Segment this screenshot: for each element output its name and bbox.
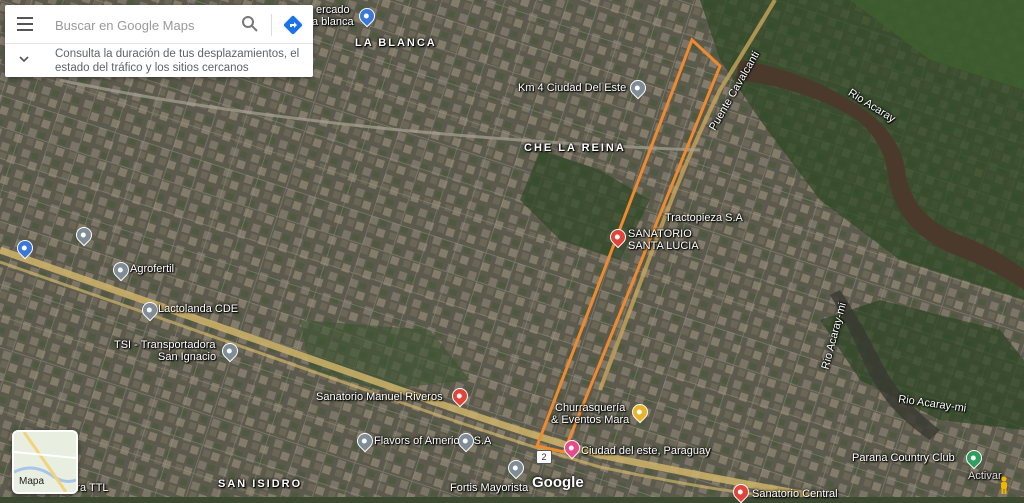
place-label-churrasqueria[interactable]: Churrasquería bbox=[555, 402, 625, 414]
map-layer-toggle[interactable]: Mapa bbox=[12, 430, 78, 494]
place-label-fortis[interactable]: Fortis Mayorista bbox=[450, 482, 528, 494]
area-label-san-isidro: SAN ISIDRO bbox=[218, 478, 303, 490]
watermark-text: Activar bbox=[968, 470, 1002, 482]
search-row bbox=[5, 5, 313, 44]
place-label-sanatorio-central[interactable]: Sanatorio Central bbox=[752, 488, 838, 500]
search-panel: Consulta la duración de tus desplazamien… bbox=[5, 5, 313, 77]
place-label-agrofertil[interactable]: Agrofertil bbox=[130, 263, 174, 275]
place-label-ciudad-del-este[interactable]: Ciudad del este, Paraguay bbox=[581, 445, 711, 457]
traffic-hint-row[interactable]: Consulta la duración de tus desplazamien… bbox=[5, 44, 313, 77]
place-label-tsi[interactable]: TSI - Transportadora bbox=[114, 339, 216, 351]
layer-label: Mapa bbox=[19, 476, 45, 487]
place-label-churrasqueria[interactable]: & Eventos Mara bbox=[551, 414, 629, 426]
traffic-hint-text: Consulta la duración de tus desplazamien… bbox=[55, 48, 300, 74]
menu-icon[interactable] bbox=[17, 17, 33, 31]
area-label-la-blanca: LA BLANCA bbox=[355, 37, 437, 49]
place-label-tractopieza[interactable]: Tractopieza S.A bbox=[665, 212, 743, 224]
place-label-sanatorio-riveros[interactable]: Sanatorio Manuel Riveros bbox=[316, 391, 443, 403]
search-input[interactable] bbox=[53, 14, 237, 36]
place-label-mercado[interactable]: ercado bbox=[316, 4, 350, 16]
chevron-down-icon[interactable] bbox=[19, 54, 29, 64]
place-label-mercado[interactable]: a blanca bbox=[312, 16, 354, 28]
directions-icon[interactable] bbox=[283, 15, 303, 35]
route-number-badge: 2 bbox=[536, 450, 552, 464]
place-label-tsi[interactable]: San Ignacio bbox=[158, 351, 216, 363]
place-label-lactolanda[interactable]: Lactolanda CDE bbox=[158, 303, 238, 315]
search-icon[interactable] bbox=[241, 15, 259, 33]
place-label-sanatorio-santa-lucia[interactable]: SANATORIO bbox=[628, 228, 692, 240]
google-logo: Google bbox=[532, 474, 584, 491]
area-label-che-la-reina: CHE LA REINA bbox=[524, 142, 626, 154]
place-label-km4[interactable]: Km 4 Ciudad Del Este bbox=[518, 82, 626, 94]
pegman-icon[interactable] bbox=[998, 476, 1010, 494]
place-label-parana-country-club[interactable]: Parana Country Club bbox=[852, 452, 955, 464]
divider bbox=[271, 14, 272, 36]
place-label-sanatorio-santa-lucia[interactable]: SANTA LUCIA bbox=[628, 240, 699, 252]
